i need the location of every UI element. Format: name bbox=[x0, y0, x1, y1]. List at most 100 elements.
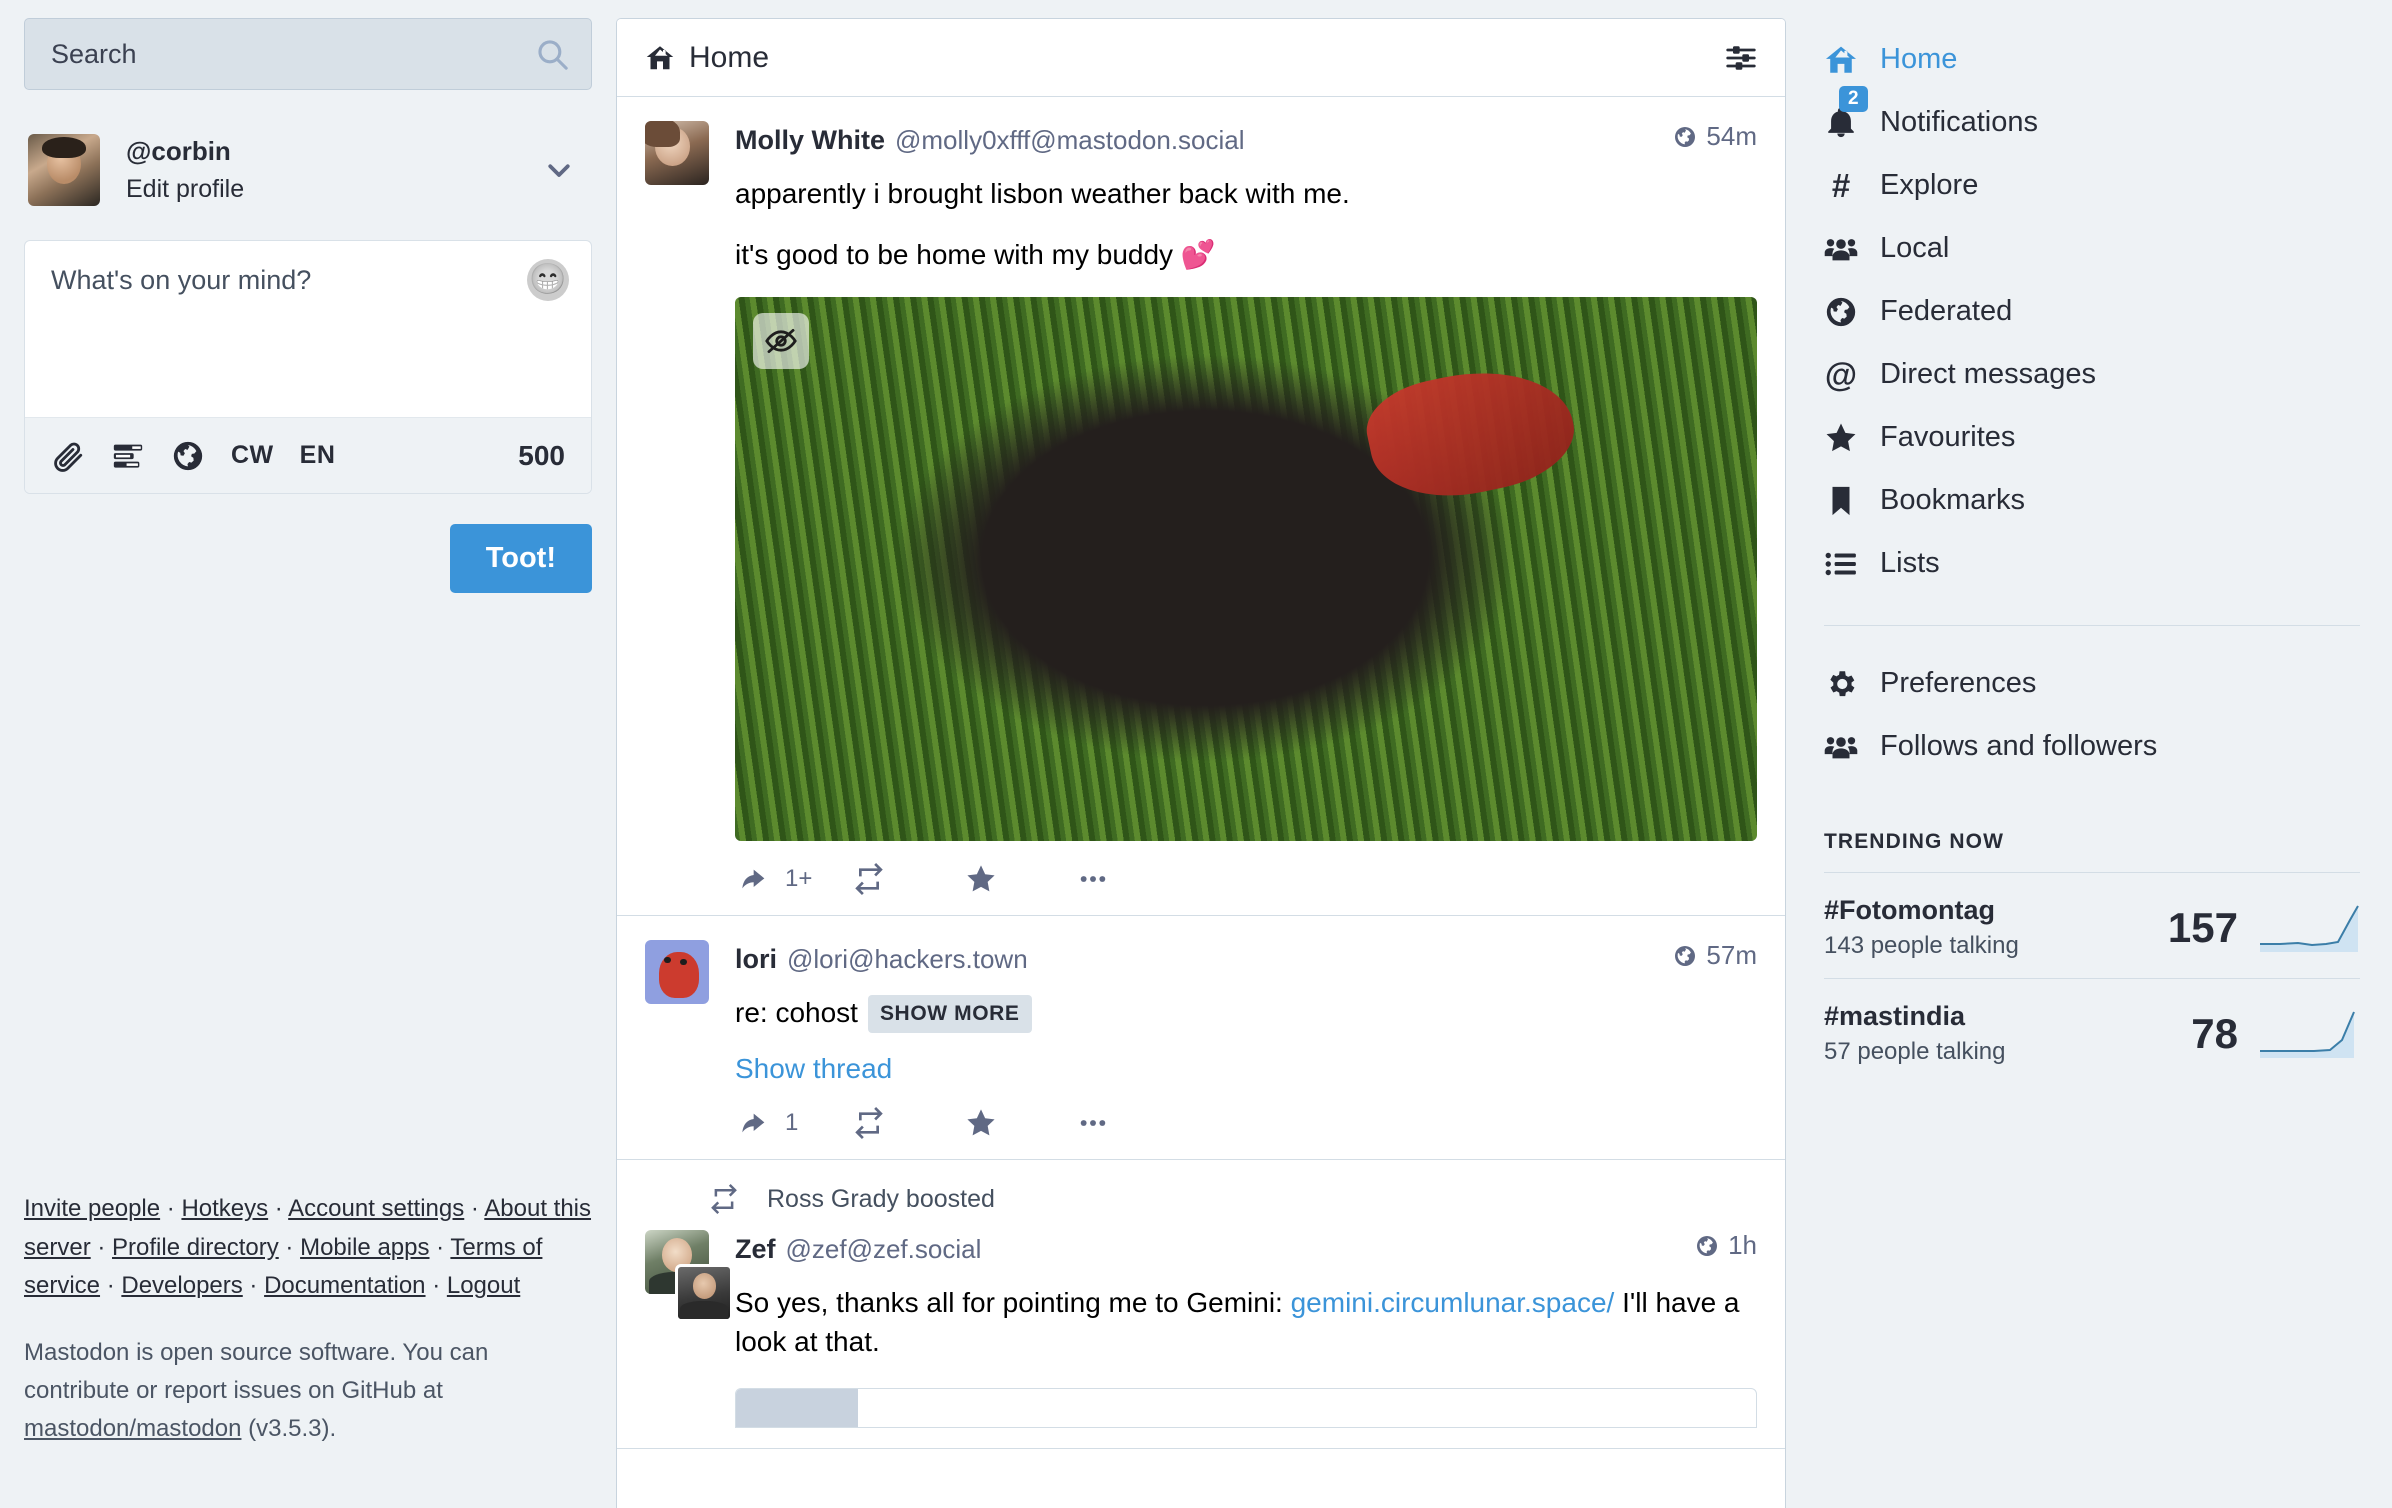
trending-item[interactable]: #mastindia 57 people talking 78 bbox=[1824, 978, 2360, 1084]
sidebar-item-label: Local bbox=[1880, 232, 1950, 264]
sidebar-item-label: Follows and followers bbox=[1880, 730, 2158, 762]
show-thread-link[interactable]: Show thread bbox=[735, 1053, 1757, 1085]
display-name[interactable]: Molly White bbox=[735, 125, 885, 156]
trending-item-text: #mastindia 57 people talking bbox=[1824, 1001, 2191, 1066]
compose-textarea[interactable]: What's on your mind? 😁 bbox=[25, 241, 591, 417]
sidebar-item-explore[interactable]: # Explore bbox=[1824, 154, 2360, 217]
status-item[interactable]: Molly White @molly0xfff@mastodon.social … bbox=[617, 97, 1785, 916]
more-button[interactable] bbox=[1077, 1107, 1189, 1139]
booster-avatar[interactable] bbox=[675, 1264, 733, 1323]
favourite-button[interactable] bbox=[965, 863, 1077, 895]
sidebar-item-follows-and-followers[interactable]: Follows and followers bbox=[1824, 715, 2360, 778]
ellipsis-icon bbox=[1080, 876, 1106, 882]
account-handle[interactable]: @molly0xfff@mastodon.social bbox=[895, 125, 1245, 156]
sidebar-item-bookmarks[interactable]: Bookmarks bbox=[1824, 469, 2360, 532]
sparkline-chart bbox=[2260, 1010, 2360, 1058]
search-box[interactable] bbox=[24, 18, 592, 90]
left-footer: Invite people · Hotkeys · Account settin… bbox=[24, 1190, 592, 1508]
more-button[interactable] bbox=[1077, 863, 1189, 895]
status-header: Zef @zef@zef.social 1h bbox=[735, 1230, 1757, 1265]
paperclip-icon[interactable] bbox=[51, 439, 85, 473]
boost-button[interactable] bbox=[853, 863, 965, 895]
footer-link-hotkeys[interactable]: Hotkeys bbox=[181, 1195, 268, 1222]
sidebar-item-home[interactable]: Home bbox=[1824, 28, 2360, 91]
column-header[interactable]: Home bbox=[617, 19, 1785, 97]
sidebar-item-lists[interactable]: Lists bbox=[1824, 532, 2360, 595]
sidebar-item-preferences[interactable]: Preferences bbox=[1824, 652, 2360, 715]
sliders-icon[interactable] bbox=[1725, 42, 1757, 74]
trending-count: 157 bbox=[2167, 903, 2238, 951]
star-icon bbox=[1824, 421, 1858, 455]
search-icon bbox=[535, 37, 569, 71]
footer-link-logout[interactable]: Logout bbox=[447, 1272, 520, 1299]
account-row[interactable]: @corbin Edit profile bbox=[24, 134, 592, 206]
reply-button[interactable]: 1 bbox=[741, 1107, 853, 1139]
status-paragraph: apparently i brought lisbon weather back… bbox=[735, 177, 1350, 209]
avatar[interactable] bbox=[28, 134, 100, 206]
account-handle[interactable]: @lori@hackers.town bbox=[787, 944, 1028, 975]
sidebar-item-local[interactable]: Local bbox=[1824, 217, 2360, 280]
boost-banner: Ross Grady boosted bbox=[645, 1184, 1757, 1215]
status-main: Zef @zef@zef.social 1h So yes, thanks al… bbox=[735, 1230, 1757, 1429]
trending-hashtag: #mastindia bbox=[1824, 1001, 1966, 1031]
link-preview-card[interactable] bbox=[735, 1388, 1757, 1429]
sidebar-item-direct-messages[interactable]: @ Direct messages bbox=[1824, 343, 2360, 406]
language-button[interactable]: EN bbox=[300, 441, 336, 470]
footer-note-repo-link[interactable]: mastodon/mastodon bbox=[24, 1415, 241, 1442]
at-icon: @ bbox=[1824, 356, 1858, 393]
content-warning-button[interactable]: CW bbox=[231, 441, 274, 470]
reply-button[interactable]: 1+ bbox=[741, 863, 853, 895]
status-paragraph: it's good to be home with my buddy 💕 bbox=[735, 239, 1216, 271]
favourite-button[interactable] bbox=[965, 1107, 1077, 1139]
footer-links: Invite people · Hotkeys · Account settin… bbox=[24, 1194, 592, 1300]
search-input[interactable] bbox=[51, 38, 565, 70]
footer-link-mobile-apps[interactable]: Mobile apps bbox=[300, 1234, 429, 1261]
trending-item[interactable]: #Fotomontag 143 people talking 157 bbox=[1824, 872, 2360, 978]
eye-slash-icon[interactable] bbox=[753, 313, 809, 369]
reply-count: 1 bbox=[785, 1109, 799, 1137]
poll-icon[interactable] bbox=[111, 439, 145, 473]
footer-link-developers[interactable]: Developers bbox=[121, 1272, 242, 1299]
display-name[interactable]: Zef bbox=[735, 1234, 776, 1265]
sidebar-item-federated[interactable]: Federated bbox=[1824, 280, 2360, 343]
status-actions: 1+ bbox=[735, 863, 1757, 895]
status-media[interactable] bbox=[735, 297, 1757, 841]
character-counter: 500 bbox=[518, 439, 565, 471]
chevron-down-icon[interactable] bbox=[544, 155, 574, 185]
boost-label[interactable]: Ross Grady boosted bbox=[767, 1185, 995, 1214]
globe-icon bbox=[1824, 295, 1858, 329]
compose-toolbar: CW EN 500 bbox=[25, 417, 591, 493]
footer-link-account-settings[interactable]: Account settings bbox=[288, 1195, 464, 1222]
show-more-button[interactable]: SHOW MORE bbox=[867, 995, 1032, 1034]
timestamp: 1h bbox=[1728, 1230, 1757, 1261]
status-body: Zef @zef@zef.social 1h So yes, thanks al… bbox=[645, 1230, 1757, 1429]
status-meta: 57m bbox=[1657, 940, 1757, 971]
avatar[interactable] bbox=[645, 121, 709, 185]
sidebar-item-label: Explore bbox=[1880, 169, 1979, 201]
display-name[interactable]: lori bbox=[735, 944, 777, 975]
footer-link-invite-people[interactable]: Invite people bbox=[24, 1195, 160, 1222]
trending-item-text: #Fotomontag 143 people talking bbox=[1824, 895, 2168, 960]
spoiler-text: re: cohost bbox=[735, 996, 858, 1028]
boost-button[interactable] bbox=[853, 1107, 965, 1140]
account-handle[interactable]: @zef@zef.social bbox=[786, 1234, 982, 1265]
avatar[interactable] bbox=[645, 940, 709, 1004]
reply-icon bbox=[742, 869, 765, 889]
sidebar-item-favourites[interactable]: Favourites bbox=[1824, 406, 2360, 469]
left-column: @corbin Edit profile What's on your mind… bbox=[0, 0, 616, 1508]
trending-heading: TRENDING NOW bbox=[1824, 830, 2005, 853]
footer-note-after: (v3.5.3). bbox=[241, 1415, 337, 1443]
emoji-smile-icon[interactable]: 😁 bbox=[527, 259, 569, 301]
sidebar-item-notifications[interactable]: 2 Notifications bbox=[1824, 85, 2360, 154]
compose-placeholder: What's on your mind? bbox=[51, 265, 312, 295]
toot-button[interactable]: Toot! bbox=[449, 524, 592, 593]
globe-icon[interactable] bbox=[171, 439, 205, 473]
page-title: Home bbox=[689, 40, 770, 74]
edit-profile-link[interactable]: Edit profile bbox=[126, 173, 244, 205]
avatar-wrap bbox=[645, 940, 709, 1139]
footer-link-documentation[interactable]: Documentation bbox=[264, 1272, 425, 1299]
status-item[interactable]: Ross Grady boosted Zef @zef@zef.social 1… bbox=[617, 1160, 1785, 1450]
status-link[interactable]: gemini.circumlunar.space/ bbox=[1291, 1287, 1615, 1318]
footer-link-profile-directory[interactable]: Profile directory bbox=[112, 1234, 279, 1261]
status-item[interactable]: lori @lori@hackers.town 57m re: cohost S… bbox=[617, 916, 1785, 1161]
